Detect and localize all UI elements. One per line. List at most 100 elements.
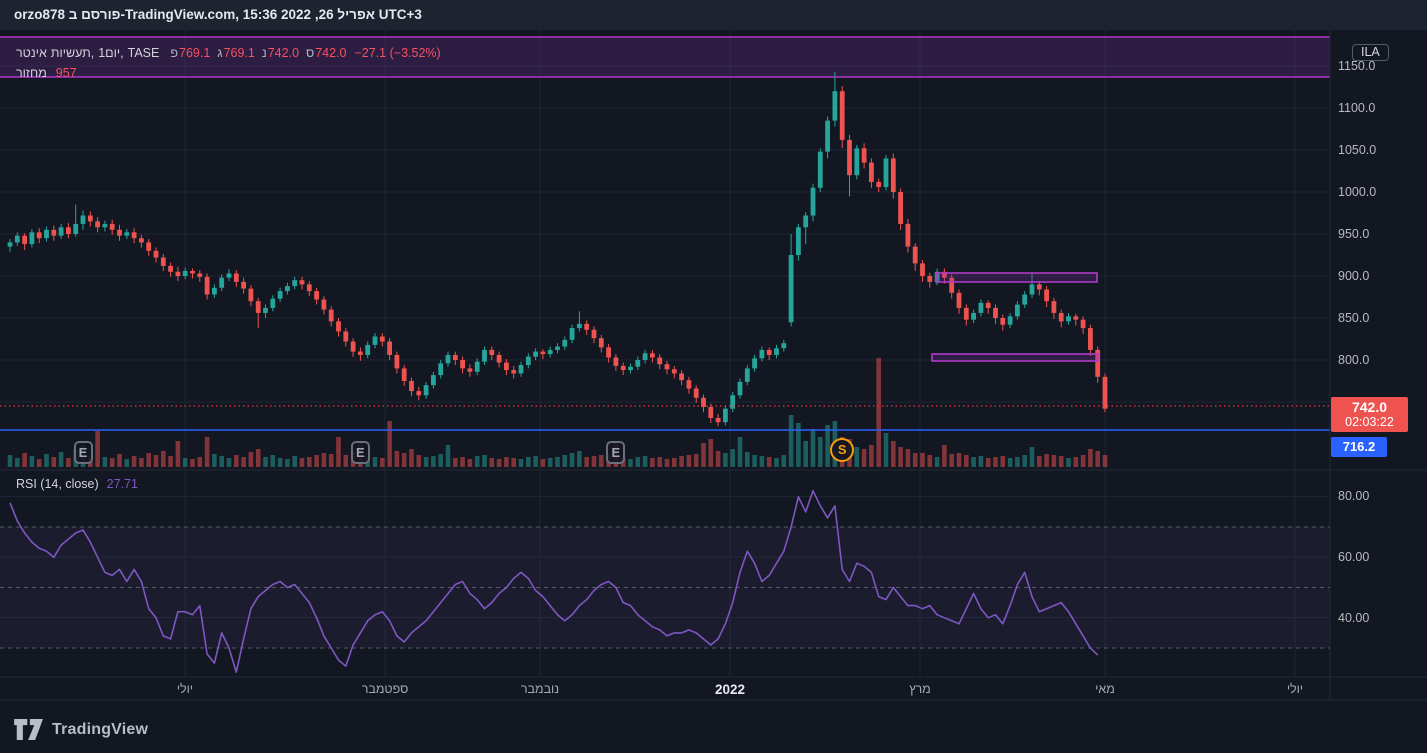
candle-body — [810, 187, 816, 216]
candle-body — [993, 307, 998, 318]
candle-body — [36, 232, 42, 239]
symbol-title-token[interactable]: תעשיות, — [51, 46, 94, 60]
candle-body — [1088, 328, 1093, 350]
candle-body — [241, 281, 246, 289]
candle-body — [387, 341, 392, 355]
candle-body — [759, 349, 765, 359]
symbol-title-token[interactable]: 1יום, — [98, 46, 123, 60]
candle-body — [73, 223, 79, 234]
candle-body — [7, 242, 13, 247]
symbol-title-token[interactable]: אינטר — [16, 46, 47, 60]
volume-bar — [66, 458, 71, 467]
volume-bar — [416, 455, 422, 467]
rsi-tick-label: 40.00 — [1338, 611, 1370, 625]
volume-bar — [978, 456, 984, 467]
volume-bar — [51, 457, 57, 467]
volume-bar — [307, 457, 312, 467]
volume-bar — [825, 425, 830, 467]
candle-body — [839, 91, 845, 140]
volume-bar — [423, 457, 429, 467]
candle-body — [102, 223, 108, 228]
candle-body — [781, 343, 787, 349]
candle-body — [44, 229, 49, 239]
candle-body — [1007, 316, 1013, 325]
volume-bar — [15, 458, 20, 467]
sell-marker[interactable]: S — [830, 438, 855, 462]
volume-bar — [226, 458, 232, 467]
earnings-marker[interactable]: E — [606, 440, 626, 464]
volume-bar — [810, 429, 816, 467]
tradingview-footer[interactable]: TradingView — [14, 719, 148, 740]
candle-body — [547, 349, 553, 355]
volume-bar — [898, 447, 903, 467]
change-value: −27.1 (−3.52%) — [354, 46, 441, 60]
rsi-legend[interactable]: RSI (14, close) 27.71 — [16, 477, 138, 491]
volume-bar — [569, 453, 575, 467]
candle-body — [204, 276, 210, 295]
symbol-title-token[interactable]: TASE — [128, 46, 160, 60]
candle-body — [744, 368, 750, 382]
candle-body — [109, 223, 115, 230]
volume-bar — [438, 454, 443, 467]
candle-body — [445, 354, 451, 364]
volume-bar — [248, 452, 254, 467]
symbol-legend[interactable]: אינטר תעשיות, 1יום, TASE פ 769.1 ג 769.1 נ 742.0… — [16, 46, 441, 60]
symbol-title[interactable]: אינטר תעשיות, 1יום, TASE — [16, 46, 159, 60]
drawing-rect_lower[interactable] — [931, 353, 1099, 362]
candle-body — [679, 373, 684, 381]
volume-bar — [555, 457, 560, 467]
volume-bar — [241, 457, 246, 467]
candle-body — [358, 351, 363, 355]
candle-body — [175, 271, 181, 276]
volume-bar — [234, 455, 239, 467]
candle-body — [963, 307, 969, 320]
volume-bar — [36, 459, 42, 467]
volume-bar — [599, 455, 604, 467]
candle-body — [861, 148, 867, 163]
candle-body — [292, 280, 298, 287]
volume-bar — [387, 421, 392, 467]
volume-bar — [102, 457, 108, 467]
volume-bar — [956, 453, 962, 467]
volume-legend[interactable]: מחזור 957 — [16, 66, 77, 80]
candle-body — [912, 246, 918, 264]
candle-body — [474, 361, 480, 372]
candle-body — [336, 321, 341, 332]
price-tick-label: 850.0 — [1338, 311, 1370, 325]
candle-body — [146, 242, 152, 251]
volume-bar — [708, 439, 714, 467]
candle-body — [379, 336, 385, 342]
volume-bar — [737, 437, 743, 467]
candle-body — [628, 366, 633, 371]
candle-body — [723, 408, 728, 423]
volume-bar — [788, 415, 794, 467]
candle-body — [511, 370, 517, 374]
candle-body — [540, 351, 546, 355]
candle-body — [803, 215, 809, 228]
candle-body — [905, 223, 911, 247]
volume-bar — [1029, 447, 1035, 467]
candle-body — [657, 357, 663, 365]
volume-bar — [759, 456, 765, 467]
volume-bar — [686, 455, 692, 467]
chart-canvas[interactable] — [0, 0, 1427, 753]
last-price-value: 742.0 — [1351, 399, 1388, 415]
volume-bar — [540, 459, 546, 467]
tradingview-logo-icon — [14, 719, 43, 740]
candle-body — [898, 192, 903, 224]
candle-body — [598, 338, 604, 348]
drawing-rect_upper[interactable] — [935, 272, 1098, 283]
candle-body — [22, 235, 27, 245]
candle-body — [270, 298, 276, 308]
earnings-marker[interactable]: E — [73, 440, 93, 464]
candle-body — [372, 336, 378, 345]
candle-body — [263, 307, 268, 313]
volume-value: 957 — [55, 66, 77, 80]
volume-bar — [942, 445, 947, 467]
earnings-marker[interactable]: E — [350, 440, 370, 464]
tradingview-published-chart: orzo878 פורסם ב-TradingView.com, אפריל 2… — [0, 0, 1427, 753]
volume-bar — [985, 458, 991, 467]
volume-bar — [292, 456, 297, 467]
volume-bar — [504, 457, 509, 467]
candle-body — [496, 354, 502, 363]
